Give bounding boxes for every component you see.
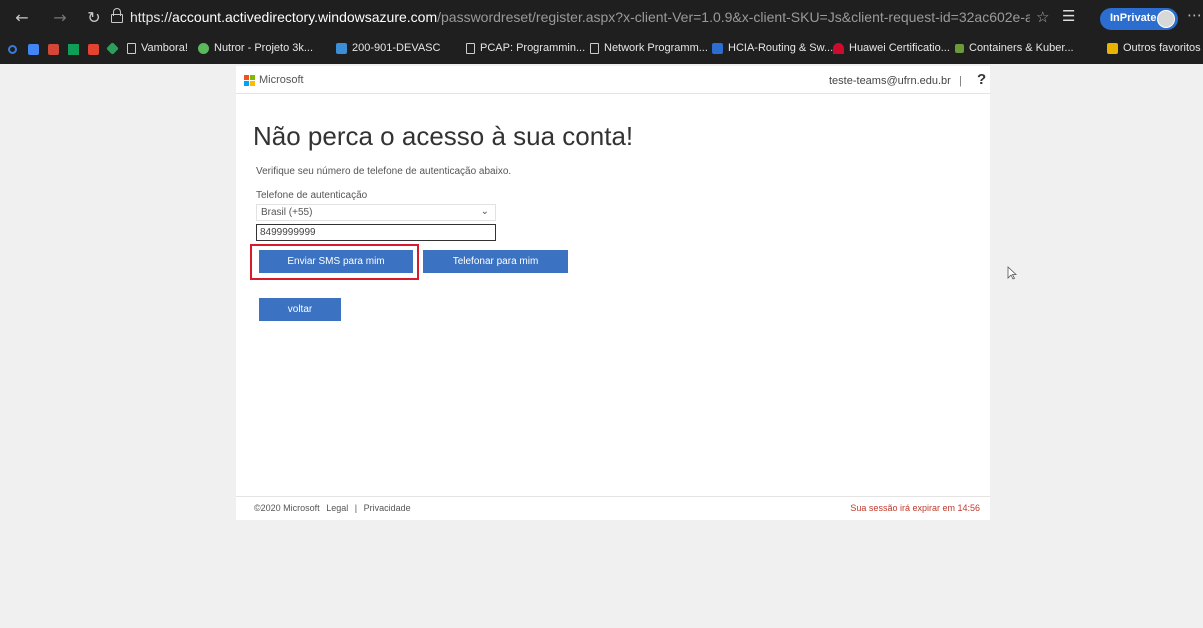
folder-icon	[1107, 42, 1118, 54]
page-icon	[127, 42, 136, 54]
bookmark-containers[interactable]: Containers & Kuber...	[955, 42, 1074, 54]
inprivate-label: InPrivate	[1110, 12, 1157, 24]
bookmark-devasc[interactable]: 200-901-DEVASC	[336, 42, 440, 54]
bookmark-pcap[interactable]: PCAP: Programmin...	[466, 42, 585, 54]
containers-icon	[955, 43, 964, 53]
mouse-cursor-icon	[1007, 266, 1017, 280]
password-reset-card: Microsoft teste-teams@ufrn.edu.br | ? Nã…	[236, 66, 990, 520]
refresh-icon[interactable]: ↻	[84, 8, 104, 27]
back-button[interactable]: voltar	[259, 298, 341, 321]
phone-number-input[interactable]	[256, 224, 496, 241]
microsoft-logo-icon	[244, 74, 255, 86]
page-title: Não perca o acesso à sua conta!	[253, 121, 634, 151]
chevron-down-icon: ⌄	[480, 206, 489, 217]
brand-text: Microsoft	[259, 74, 304, 86]
bookmark-label: Outros favoritos	[1123, 42, 1201, 54]
inprivate-badge[interactable]: InPrivate	[1100, 8, 1178, 30]
privacy-link[interactable]: Privacidade	[364, 503, 411, 513]
huawei-icon	[833, 42, 844, 54]
phone-label: Telefone de autenticação	[256, 190, 368, 201]
send-sms-button[interactable]: Enviar SMS para mim	[259, 250, 413, 273]
url-path: /passwordreset/register.aspx?x-client-Ve…	[437, 9, 1030, 25]
nutror-icon	[198, 42, 209, 54]
bookmark-label: HCIA-Routing & Sw...	[728, 42, 834, 54]
country-selected-value: Brasil (+55)	[261, 207, 313, 218]
drive-icon[interactable]	[68, 44, 79, 55]
user-email[interactable]: teste-teams@ufrn.edu.br	[829, 75, 951, 87]
back-arrow-icon[interactable]: ←	[12, 8, 32, 27]
favorite-star-icon[interactable]: ☆	[1036, 8, 1049, 26]
bookmark-nutror[interactable]: Nutror - Projeto 3k...	[198, 42, 313, 54]
microsoft-logo: Microsoft	[244, 74, 304, 86]
bookmark-other-favorites[interactable]: Outros favoritos	[1107, 42, 1201, 54]
bookmark-label: Nutror - Projeto 3k...	[214, 42, 314, 54]
url-protocol: https://	[130, 9, 173, 25]
gmail-icon[interactable]	[48, 44, 59, 55]
extension-icon[interactable]	[106, 42, 119, 55]
bookmark-label: 200-901-DEVASC	[352, 42, 441, 54]
call-me-button[interactable]: Telefonar para mim	[423, 250, 568, 273]
favorites-list-icon[interactable]: ☰	[1062, 7, 1075, 25]
bookmark-label: Containers & Kuber...	[969, 42, 1074, 54]
legal-link[interactable]: Legal	[326, 503, 348, 513]
footer-links: ©2020 Microsoft Legal | Privacidade	[254, 503, 415, 513]
page-icon	[466, 42, 475, 54]
copyright-text: ©2020 Microsoft	[254, 503, 320, 513]
more-options-icon[interactable]: ⋯	[1187, 6, 1202, 24]
bookmark-label: Vambora!	[141, 42, 188, 54]
bookmark-vambora[interactable]: Vambora!	[127, 42, 188, 54]
header-separator: |	[959, 75, 962, 87]
bookmarks-bar: Vambora! Nutror - Projeto 3k... 200-901-…	[0, 38, 1203, 62]
help-icon[interactable]: ?	[977, 71, 986, 88]
forward-arrow-icon[interactable]: →	[50, 8, 70, 27]
page-icon	[590, 42, 599, 54]
url-host: account.activedirectory.windowsazure.com	[172, 9, 438, 25]
todoist-icon[interactable]	[88, 44, 99, 55]
instructions-text: Verifique seu número de telefone de aute…	[256, 166, 512, 177]
profile-avatar	[1157, 10, 1175, 28]
cisco-icon	[336, 42, 347, 54]
address-bar-row: ← → ↻ https://account.activedirectory.wi…	[0, 0, 1203, 36]
country-code-select[interactable]: Brasil (+55) ⌄	[256, 204, 496, 221]
folder-blue-icon	[712, 42, 723, 54]
footer-divider	[236, 496, 990, 497]
bookmark-hcia[interactable]: HCIA-Routing & Sw...	[712, 42, 833, 54]
header-divider	[236, 93, 990, 94]
outlook-icon[interactable]	[8, 45, 17, 54]
browser-chrome: ← → ↻ https://account.activedirectory.wi…	[0, 0, 1203, 64]
url-field[interactable]: https://account.activedirectory.windowsa…	[130, 9, 1030, 25]
bookmark-label: Network Programm...	[604, 42, 708, 54]
footer-separator: |	[354, 503, 358, 513]
lock-icon[interactable]	[110, 8, 124, 24]
bookmark-network[interactable]: Network Programm...	[590, 42, 708, 54]
session-expire-text: Sua sessão irá expirar em 14:56	[850, 503, 980, 513]
calendar-icon[interactable]	[28, 44, 39, 55]
bookmark-label: PCAP: Programmin...	[480, 42, 586, 54]
bookmark-huawei[interactable]: Huawei Certificatio...	[833, 42, 950, 54]
bookmark-label: Huawei Certificatio...	[849, 42, 950, 54]
